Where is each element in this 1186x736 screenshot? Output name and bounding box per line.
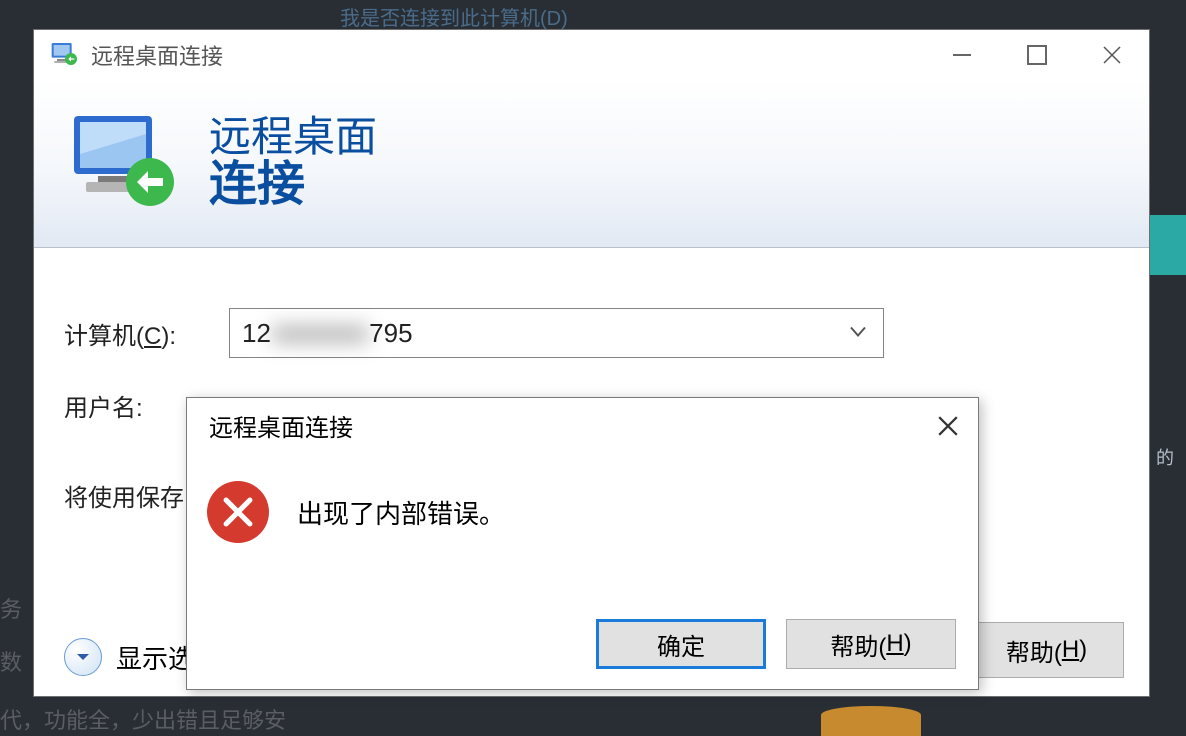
error-close-button[interactable] — [918, 398, 978, 453]
background-text-left-1: 务 — [0, 592, 22, 624]
computer-value-prefix: 12 — [242, 318, 271, 349]
banner: 远程桌面 连接 — [34, 80, 1149, 248]
help-button[interactable]: 帮助(H) — [969, 622, 1124, 678]
window-title: 远程桌面连接 — [91, 39, 924, 71]
computer-combobox[interactable]: 12 ■■■■■■ 795 — [229, 308, 884, 358]
show-options-toggle[interactable]: 显示选 — [64, 638, 194, 676]
show-options-label: 显示选 — [116, 639, 194, 676]
maximize-button[interactable] — [999, 30, 1074, 80]
chevron-down-circle-icon — [64, 638, 102, 676]
minimize-button[interactable] — [924, 30, 999, 80]
close-button[interactable] — [1074, 30, 1149, 80]
window-titlebar[interactable]: 远程桌面连接 — [34, 30, 1149, 80]
banner-icon — [64, 104, 184, 224]
background-text-left-3: 代，功能全，少出错且足够安 — [0, 703, 286, 735]
computer-value-redacted: ■■■■■■ — [273, 318, 367, 349]
error-icon — [207, 481, 269, 543]
background-accent-block — [1146, 215, 1186, 275]
computer-value-suffix: 795 — [369, 318, 412, 349]
banner-title-line1: 远程桌面 — [209, 115, 377, 159]
saved-credential-text: 将使用保存 — [64, 478, 184, 513]
background-text-top: 我是否连接到此计算机(D) — [340, 2, 568, 31]
background-text-right: 的 — [1156, 444, 1186, 484]
background-text-left-2: 数 — [0, 645, 22, 677]
error-button-row: 确定 帮助(H) — [596, 619, 956, 669]
error-message: 出现了内部错误。 — [297, 494, 505, 531]
error-dialog: 远程桌面连接 出现了内部错误。 确定 帮助(H) — [186, 397, 979, 690]
computer-row: 计算机(C): 12 ■■■■■■ 795 — [64, 308, 1119, 358]
background-avatar-fragment — [821, 706, 921, 736]
computer-label: 计算机(C): — [64, 316, 229, 351]
error-help-button[interactable]: 帮助(H) — [786, 619, 956, 669]
error-dialog-title: 远程桌面连接 — [209, 408, 353, 443]
ok-button[interactable]: 确定 — [596, 619, 766, 669]
error-titlebar[interactable]: 远程桌面连接 — [187, 398, 978, 453]
banner-title-line2: 连接 — [209, 159, 377, 212]
app-icon — [49, 39, 81, 71]
error-body: 出现了内部错误。 — [187, 453, 978, 543]
chevron-down-icon[interactable] — [848, 318, 868, 349]
